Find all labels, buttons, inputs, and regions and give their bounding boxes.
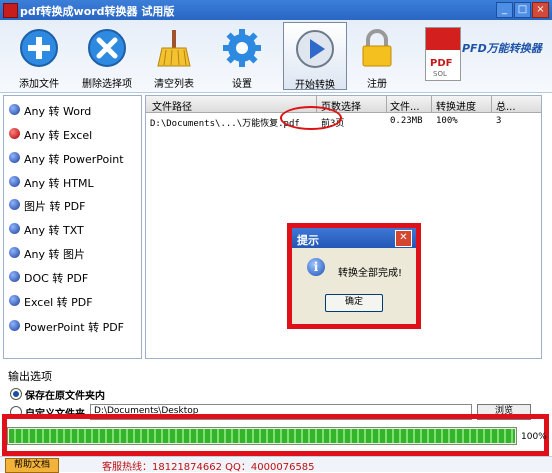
radio-same-folder[interactable] [10, 388, 22, 400]
sidebar-item-any-to-powerpoint[interactable]: Any 转 PowerPoint [8, 148, 136, 168]
radio-dot-icon [9, 320, 20, 331]
output-options-label: 输出选项 [8, 370, 52, 383]
cell-size: 0.23MB [390, 116, 423, 126]
radio-dot-icon [9, 104, 20, 115]
close-button[interactable]: × [532, 2, 549, 18]
dialog-title-bar: 提示 ✕ [292, 228, 416, 248]
progress-highlight-circle [280, 106, 342, 130]
clear-list-button[interactable]: 清空列表 [142, 22, 206, 90]
sidebar-item-doc-to-pdf[interactable]: DOC 转 PDF [8, 267, 136, 287]
cell-total: 3 [496, 116, 502, 126]
settings-button[interactable]: 设置 [210, 22, 274, 90]
sidebar-item-powerpoint-to-pdf[interactable]: PowerPoint 转 PDF [8, 316, 136, 336]
register-label: 注册 [367, 79, 387, 90]
pdf-badge-text: PDF [430, 58, 453, 69]
app-icon [3, 3, 18, 18]
cell-progress: 100% [436, 116, 458, 126]
start-convert-label: 开始转换 [295, 80, 335, 91]
title-bar: pdf转换成word转换器 试用版 _ □ × [0, 0, 552, 20]
play-icon [296, 30, 334, 68]
status-bar: 帮助文档 客服热线：18121874662 QQ：4000076585 [0, 456, 552, 473]
broom-icon [157, 30, 191, 67]
progress-percent: 100% [521, 432, 547, 442]
remove-selected-button[interactable]: 删除选择项 [75, 22, 139, 90]
dialog-ok-button[interactable]: 确定 [325, 294, 383, 312]
sidebar-item-any-to-txt[interactable]: Any 转 TXT [8, 219, 136, 239]
cell-path: D:\Documents\...\万能恢复.pdf [150, 119, 300, 129]
sidebar-item-any-to-excel[interactable]: Any 转 Excel [8, 124, 136, 144]
radio-dot-icon [9, 223, 20, 234]
maximize-button[interactable]: □ [514, 2, 531, 18]
conversion-type-list: Any 转 Word Any 转 Excel Any 转 PowerPoint … [3, 95, 142, 359]
radio-dot-icon [9, 295, 20, 306]
gear-icon [223, 29, 261, 67]
progress-fill [9, 429, 515, 443]
radio-dot-icon [9, 152, 20, 163]
radio-dot-icon [9, 271, 20, 282]
column-header-size[interactable]: 文件... [390, 98, 420, 113]
radio-same-folder-label: 保存在原文件夹内 [25, 391, 105, 402]
progress-bar [7, 427, 517, 445]
radio-dot-icon [9, 176, 20, 187]
add-file-label: 添加文件 [19, 79, 59, 90]
minimize-button[interactable]: _ [496, 2, 513, 18]
info-icon: i [307, 258, 325, 276]
pdf-badge-subtext: SOL [433, 70, 447, 78]
brand-name: PFD万能转换器 [462, 42, 542, 55]
add-file-button[interactable]: 添加文件 [7, 22, 71, 90]
sidebar-item-image-to-pdf[interactable]: 图片 转 PDF [8, 195, 136, 215]
sidebar-item-any-to-image[interactable]: Any 转 图片 [8, 243, 136, 263]
dialog-close-icon[interactable]: ✕ [395, 230, 412, 247]
column-header-progress[interactable]: 转换进度 [436, 98, 476, 113]
dialog-title: 提示 [297, 234, 319, 247]
window-title: pdf转换成word转换器 试用版 [20, 5, 175, 18]
register-button[interactable]: 注册 [345, 22, 409, 90]
radio-dot-icon [9, 199, 20, 210]
radio-dot-selected-icon [9, 128, 20, 139]
add-icon [20, 29, 58, 67]
column-header-path[interactable]: 文件路径 [152, 98, 192, 113]
sidebar-item-any-to-word[interactable]: Any 转 Word [8, 100, 136, 120]
dialog-message: 转换全部完成! [338, 268, 403, 279]
table-header: 文件路径 页数选择 文件... 转换进度 总... [146, 96, 541, 113]
radio-dot-icon [9, 247, 20, 258]
pdf-document-icon: PDF SOL [425, 27, 461, 81]
sidebar-item-excel-to-pdf[interactable]: Excel 转 PDF [8, 291, 136, 311]
remove-icon [88, 29, 126, 67]
column-header-total[interactable]: 总... [496, 98, 516, 113]
remove-selected-label: 删除选择项 [82, 79, 132, 90]
start-convert-button[interactable]: 开始转换 [283, 22, 347, 91]
lock-icon [362, 29, 392, 67]
settings-label: 设置 [232, 79, 252, 90]
clear-list-label: 清空列表 [154, 79, 194, 90]
product-logo: PDF SOL PFD万能转换器 [420, 22, 550, 88]
completion-dialog: 提示 ✕ i 转换全部完成! 确定 [292, 228, 416, 324]
sidebar-item-any-to-html[interactable]: Any 转 HTML [8, 172, 136, 192]
